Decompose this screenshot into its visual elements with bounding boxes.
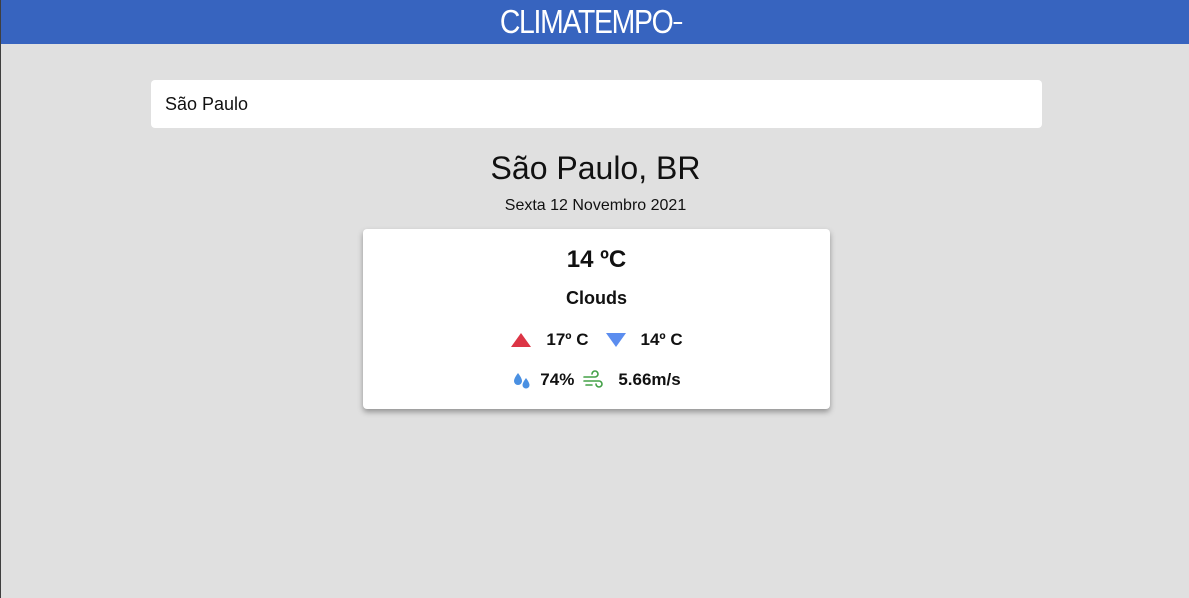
- current-temperature: 14 ºC: [566, 246, 627, 273]
- top-bar: CLIMATEMPO: [1, 0, 1189, 44]
- wind-icon: [582, 370, 604, 390]
- humidity-value: 74%: [540, 370, 575, 389]
- triangle-up-icon: [510, 332, 532, 348]
- brand-logo-text: CLIMATEMPO: [499, 3, 674, 40]
- brand-logo-tail: [673, 22, 683, 24]
- max-temperature: 17º C: [546, 330, 589, 349]
- conditions-row: 74% 5.66m/s: [363, 370, 830, 390]
- temp-range-row: 17º C 14º C: [363, 330, 830, 350]
- triangle-down-icon: [605, 332, 627, 348]
- wind-speed-value: 5.66m/s: [618, 370, 681, 389]
- city-search-input[interactable]: [151, 80, 1042, 128]
- weather-condition: Clouds: [566, 288, 627, 308]
- water-drops-icon: [512, 370, 532, 390]
- brand-logo[interactable]: CLIMATEMPO: [499, 3, 683, 41]
- min-temperature: 14º C: [640, 330, 683, 349]
- weather-card: 14 ºC Clouds 17º C 14º C 74% 5.66m/s: [363, 229, 830, 409]
- location-title: São Paulo, BR: [490, 150, 701, 186]
- current-date: Sexta 12 Novembro 2021: [504, 197, 687, 214]
